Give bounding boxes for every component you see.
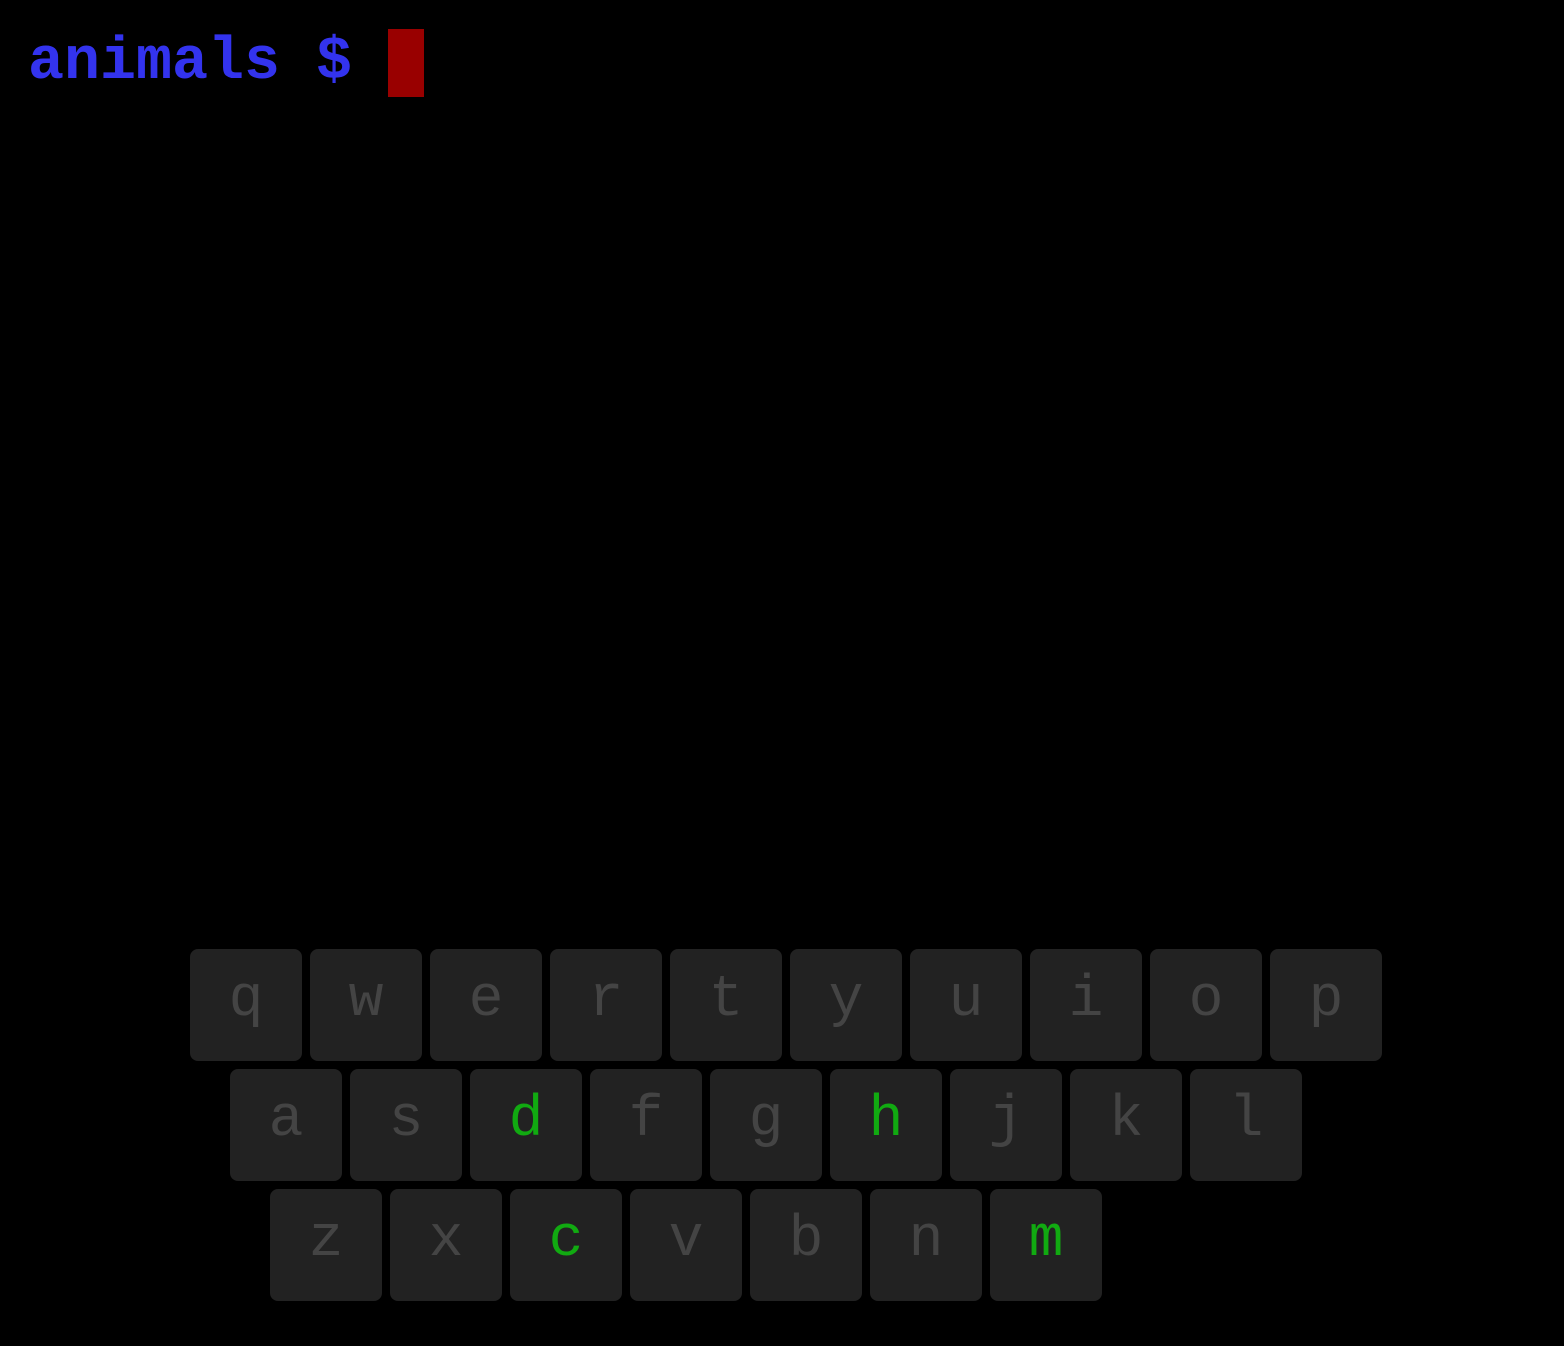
- text-cursor: [388, 29, 425, 97]
- key-k[interactable]: k: [1070, 1069, 1182, 1181]
- key-b[interactable]: b: [750, 1189, 862, 1301]
- key-m[interactable]: m: [990, 1189, 1102, 1301]
- key-d[interactable]: d: [470, 1069, 582, 1181]
- key-f[interactable]: f: [590, 1069, 702, 1181]
- key-e[interactable]: e: [430, 949, 542, 1061]
- terminal-prompt-line[interactable]: animals $: [28, 29, 425, 97]
- key-w[interactable]: w: [310, 949, 422, 1061]
- key-x[interactable]: x: [390, 1189, 502, 1301]
- keyboard-row-3: zxcvbnm: [270, 1189, 1102, 1301]
- key-l[interactable]: l: [1190, 1069, 1302, 1181]
- key-t[interactable]: t: [670, 949, 782, 1061]
- key-q[interactable]: q: [190, 949, 302, 1061]
- keyboard-row-2: asdfghjkl: [230, 1069, 1302, 1181]
- prompt-label: animals $: [28, 29, 353, 97]
- key-c[interactable]: c: [510, 1189, 622, 1301]
- keyboard-row-1: qwertyuiop: [190, 949, 1382, 1061]
- key-j[interactable]: j: [950, 1069, 1062, 1181]
- key-z[interactable]: z: [270, 1189, 382, 1301]
- key-o[interactable]: o: [1150, 949, 1262, 1061]
- key-a[interactable]: a: [230, 1069, 342, 1181]
- key-n[interactable]: n: [870, 1189, 982, 1301]
- key-i[interactable]: i: [1030, 949, 1142, 1061]
- key-v[interactable]: v: [630, 1189, 742, 1301]
- key-h[interactable]: h: [830, 1069, 942, 1181]
- key-r[interactable]: r: [550, 949, 662, 1061]
- key-s[interactable]: s: [350, 1069, 462, 1181]
- key-y[interactable]: y: [790, 949, 902, 1061]
- key-p[interactable]: p: [1270, 949, 1382, 1061]
- key-g[interactable]: g: [710, 1069, 822, 1181]
- key-u[interactable]: u: [910, 949, 1022, 1061]
